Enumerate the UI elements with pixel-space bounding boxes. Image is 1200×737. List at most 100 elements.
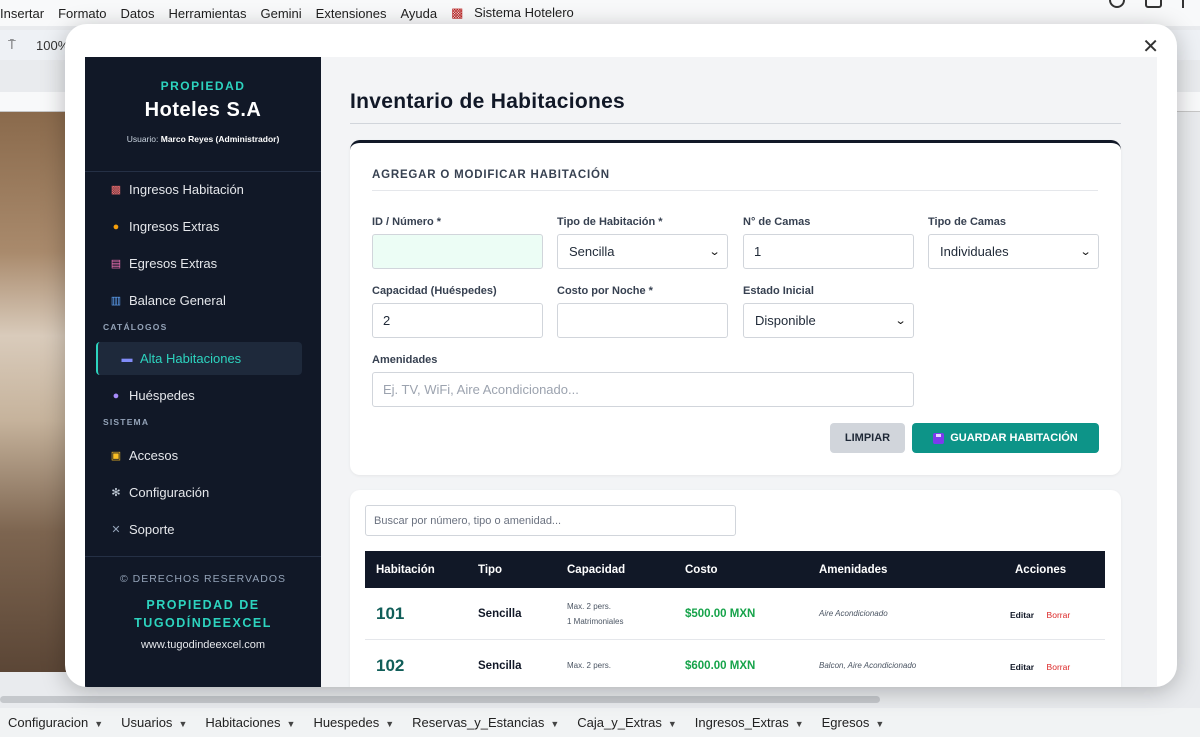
present-icon[interactable] — [1182, 0, 1188, 8]
chart-down-icon: ▤ — [110, 258, 122, 270]
hotel-icon: ▩ — [451, 5, 464, 20]
copyright: © DERECHOS RESERVADOS — [119, 573, 287, 585]
history-icon[interactable] — [1109, 0, 1125, 8]
beds-count-input[interactable] — [743, 234, 914, 269]
brand-kicker: PROPIEDAD — [160, 79, 246, 93]
sheet-tab-reservas[interactable]: Reservas_y_Estancias ▼ — [412, 715, 559, 730]
current-user: Usuario: Marco Reyes (Administrador) — [126, 134, 280, 144]
delete-button[interactable]: Borrar — [1047, 662, 1071, 672]
close-icon[interactable]: ✕ — [1142, 34, 1159, 59]
menu-insertar[interactable]: Insertar — [0, 6, 51, 21]
comments-icon[interactable] — [1145, 0, 1162, 8]
field-beds: N° de Camas — [743, 216, 914, 269]
table-row: 102 Sencilla Max. 2 pers. $600.00 MXN Ba… — [365, 640, 1105, 687]
room-type-select[interactable]: Sencilla ⌄ — [557, 234, 728, 269]
gear-icon: ✻ — [111, 487, 121, 499]
room-type: Sencilla — [478, 607, 522, 620]
menu-herramientas[interactable]: Herramientas — [168, 6, 253, 21]
sheet-tab-habitaciones[interactable]: Habitaciones ▼ — [205, 715, 295, 730]
delete-button[interactable]: Borrar — [1047, 610, 1071, 620]
row-actions: Editar Borrar — [1009, 605, 1105, 623]
row-actions: Editar Borrar — [1009, 657, 1105, 675]
menu-ayuda[interactable]: Ayuda — [401, 6, 445, 21]
chevron-down-icon: ▼ — [550, 719, 560, 729]
cost-label: Costo por Noche * — [557, 285, 653, 297]
sidebar-item-configuracion[interactable]: ✻ Configuración — [85, 474, 321, 511]
sidebar-item-balance-general[interactable]: ▥ Balance General — [85, 282, 321, 319]
chevron-down-icon: ▼ — [875, 719, 885, 729]
bed-type-select[interactable]: Individuales ⌄ — [928, 234, 1099, 269]
header-tipo: Tipo — [478, 563, 503, 576]
capacity-label: Capacidad (Huéspedes) — [372, 285, 497, 297]
capacity-input[interactable] — [372, 303, 543, 338]
type-label: Tipo de Habitación * — [557, 216, 663, 228]
sidebar-footer: © DERECHOS RESERVADOS PROPIEDAD DE TUGOD… — [85, 573, 321, 651]
form-title: AGREGAR O MODIFICAR HABITACIÓN — [372, 169, 610, 181]
chevron-down-icon: ⌄ — [894, 315, 907, 327]
chevron-down-icon: ▼ — [286, 719, 296, 729]
section-catalogos: CATÁLOGOS — [103, 322, 168, 332]
sidebar-item-ingresos-extras[interactable]: ● Ingresos Extras — [85, 208, 321, 245]
save-room-button[interactable]: GUARDAR HABITACIÓN — [912, 423, 1099, 453]
website-link[interactable]: www.tugodindeexcel.com — [85, 639, 321, 651]
amenities-input[interactable] — [372, 372, 914, 407]
sheet-tab-caja[interactable]: Caja_y_Extras ▼ — [577, 715, 676, 730]
sidebar-item-soporte[interactable]: ✕ Soporte — [85, 511, 321, 548]
menu-extensiones[interactable]: Extensiones — [316, 6, 394, 21]
sheet-tab-usuarios[interactable]: Usuarios ▼ — [121, 715, 187, 730]
room-capacity: Max. 2 pers. — [567, 661, 612, 670]
search-input[interactable] — [365, 505, 736, 536]
main-content: Inventario de Habitaciones AGREGAR O MOD… — [321, 57, 1157, 687]
chevron-down-icon: ▼ — [667, 719, 677, 729]
owner-credit: PROPIEDAD DE TUGODÍNDEEXCEL — [134, 598, 272, 630]
menu-datos[interactable]: Datos — [120, 6, 161, 21]
sheet-tab-ingresos-extras[interactable]: Ingresos_Extras ▼ — [695, 715, 804, 730]
beds-label: N° de Camas — [743, 216, 811, 228]
edit-button[interactable]: Editar — [1010, 610, 1034, 620]
room-number: 102 — [376, 655, 405, 675]
paint-format-icon[interactable]: ⍑ — [8, 37, 22, 53]
tools-icon: ✕ — [111, 524, 121, 536]
menu-sistema-hotelero[interactable]: ▩ Sistema Hotelero — [451, 5, 588, 21]
field-capacity: Capacidad (Huéspedes) — [372, 285, 543, 338]
menu-formato[interactable]: Formato — [58, 6, 113, 21]
sheet-menubar: Insertar Formato Datos Herramientas Gemi… — [0, 0, 1200, 26]
room-capacity: Max. 2 pers. 1 Matrimoniales — [567, 601, 624, 626]
clear-button[interactable]: LIMPIAR — [830, 423, 905, 453]
bed-type-label: Tipo de Camas — [928, 216, 1007, 228]
sidebar-item-ingresos-habitacion[interactable]: ▩ Ingresos Habitación — [85, 171, 321, 208]
id-label: ID / Número * — [372, 216, 442, 228]
title-divider — [350, 123, 1121, 124]
sheet-tab-egresos[interactable]: Egresos ▼ — [822, 715, 885, 730]
sheet-tabs-bar: Configuracion ▼ Usuarios ▼ Habitaciones ▼ H… — [0, 708, 1200, 737]
field-cost: Costo por Noche * — [557, 285, 728, 338]
room-type: Sencilla — [478, 659, 522, 672]
status-select[interactable]: Disponible ⌄ — [743, 303, 914, 338]
sidebar-item-egresos-extras[interactable]: ▤ Egresos Extras — [85, 245, 321, 282]
amenities-label: Amenidades — [372, 354, 438, 366]
bed-icon: ▬ — [121, 352, 133, 365]
cost-input[interactable] — [557, 303, 728, 338]
edit-button[interactable]: Editar — [1010, 662, 1034, 672]
sidebar-item-accesos[interactable]: ▣ Accesos — [85, 437, 321, 474]
sheet-image — [0, 112, 66, 672]
room-id-input[interactable] — [372, 234, 543, 269]
sheet-tab-configuracion[interactable]: Configuracion ▼ — [8, 715, 103, 730]
section-sistema: SISTEMA — [103, 417, 150, 427]
sidebar-item-huespedes[interactable]: ● Huéspedes — [85, 377, 321, 414]
status-label: Estado Inicial — [743, 285, 814, 297]
room-amenities: Aire Acondicionado — [819, 609, 888, 618]
lock-icon: ▣ — [110, 450, 122, 462]
menu-gemini[interactable]: Gemini — [260, 6, 308, 21]
sidebar-item-alta-habitaciones[interactable]: ▬ Alta Habitaciones — [96, 342, 302, 375]
sheet-horizontal-scrollbar[interactable] — [0, 696, 880, 703]
table-row: 101 Sencilla Max. 2 pers. 1 Matrimoniale… — [365, 588, 1105, 640]
header-habitacion: Habitación — [376, 563, 435, 576]
sheet-tab-huespedes[interactable]: Huespedes ▼ — [313, 715, 394, 730]
room-form-card: AGREGAR O MODIFICAR HABITACIÓN ID / Núme… — [350, 140, 1121, 475]
room-amenities: Balcon, Aire Acondicionado — [819, 661, 917, 670]
sidebar-nav: ▩ Ingresos Habitación ● Ingresos Extras … — [85, 171, 321, 548]
form-divider — [372, 190, 1098, 191]
brand: PROPIEDAD Hoteles S.A Usuario: Marco Rey… — [85, 57, 321, 144]
hotel-app: PROPIEDAD Hoteles S.A Usuario: Marco Rey… — [85, 57, 1157, 687]
